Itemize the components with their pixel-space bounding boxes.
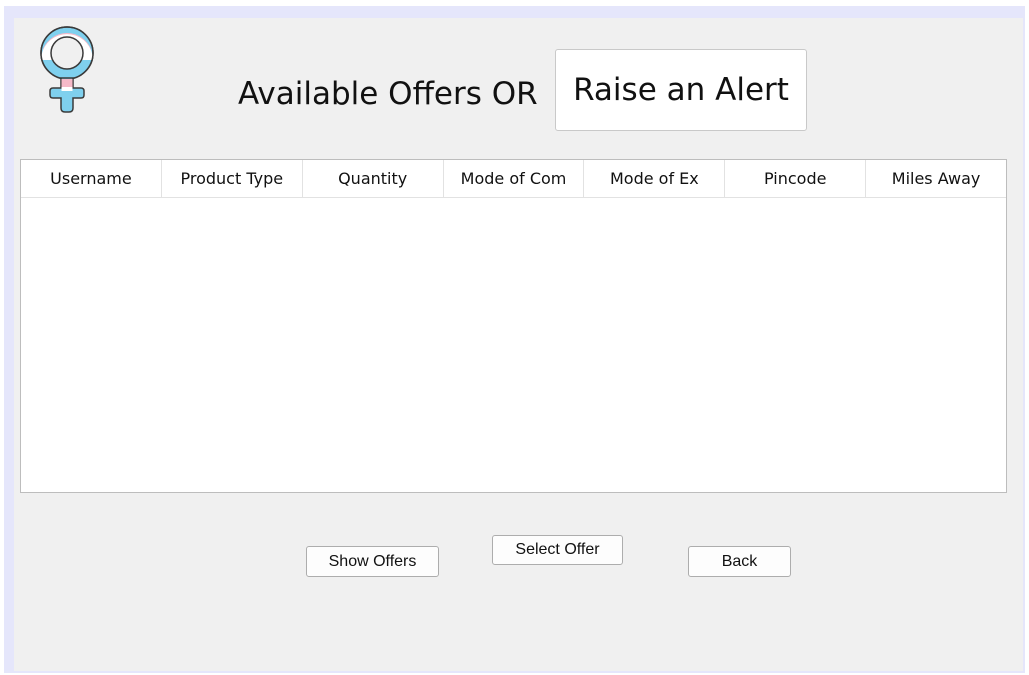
column-header-miles-away[interactable]: Miles Away	[866, 160, 1006, 197]
column-header-quantity[interactable]: Quantity	[303, 160, 444, 197]
table-body[interactable]	[21, 198, 1006, 492]
offers-table[interactable]: Username Product Type Quantity Mode of C…	[20, 159, 1007, 493]
back-button[interactable]: Back	[688, 546, 791, 577]
table-header: Username Product Type Quantity Mode of C…	[21, 160, 1006, 198]
show-offers-button[interactable]: Show Offers	[306, 546, 439, 577]
column-header-mode-of-ex[interactable]: Mode of Ex	[584, 160, 726, 197]
page-title: Available Offers OR	[238, 76, 538, 112]
raise-alert-button[interactable]: Raise an Alert	[555, 49, 807, 131]
column-header-username[interactable]: Username	[21, 160, 162, 197]
column-header-product-type[interactable]: Product Type	[162, 160, 303, 197]
column-header-mode-of-com[interactable]: Mode of Com	[444, 160, 585, 197]
select-offer-button[interactable]: Select Offer	[492, 535, 623, 565]
column-header-pincode[interactable]: Pincode	[725, 160, 867, 197]
venus-symbol-icon	[40, 26, 94, 113]
